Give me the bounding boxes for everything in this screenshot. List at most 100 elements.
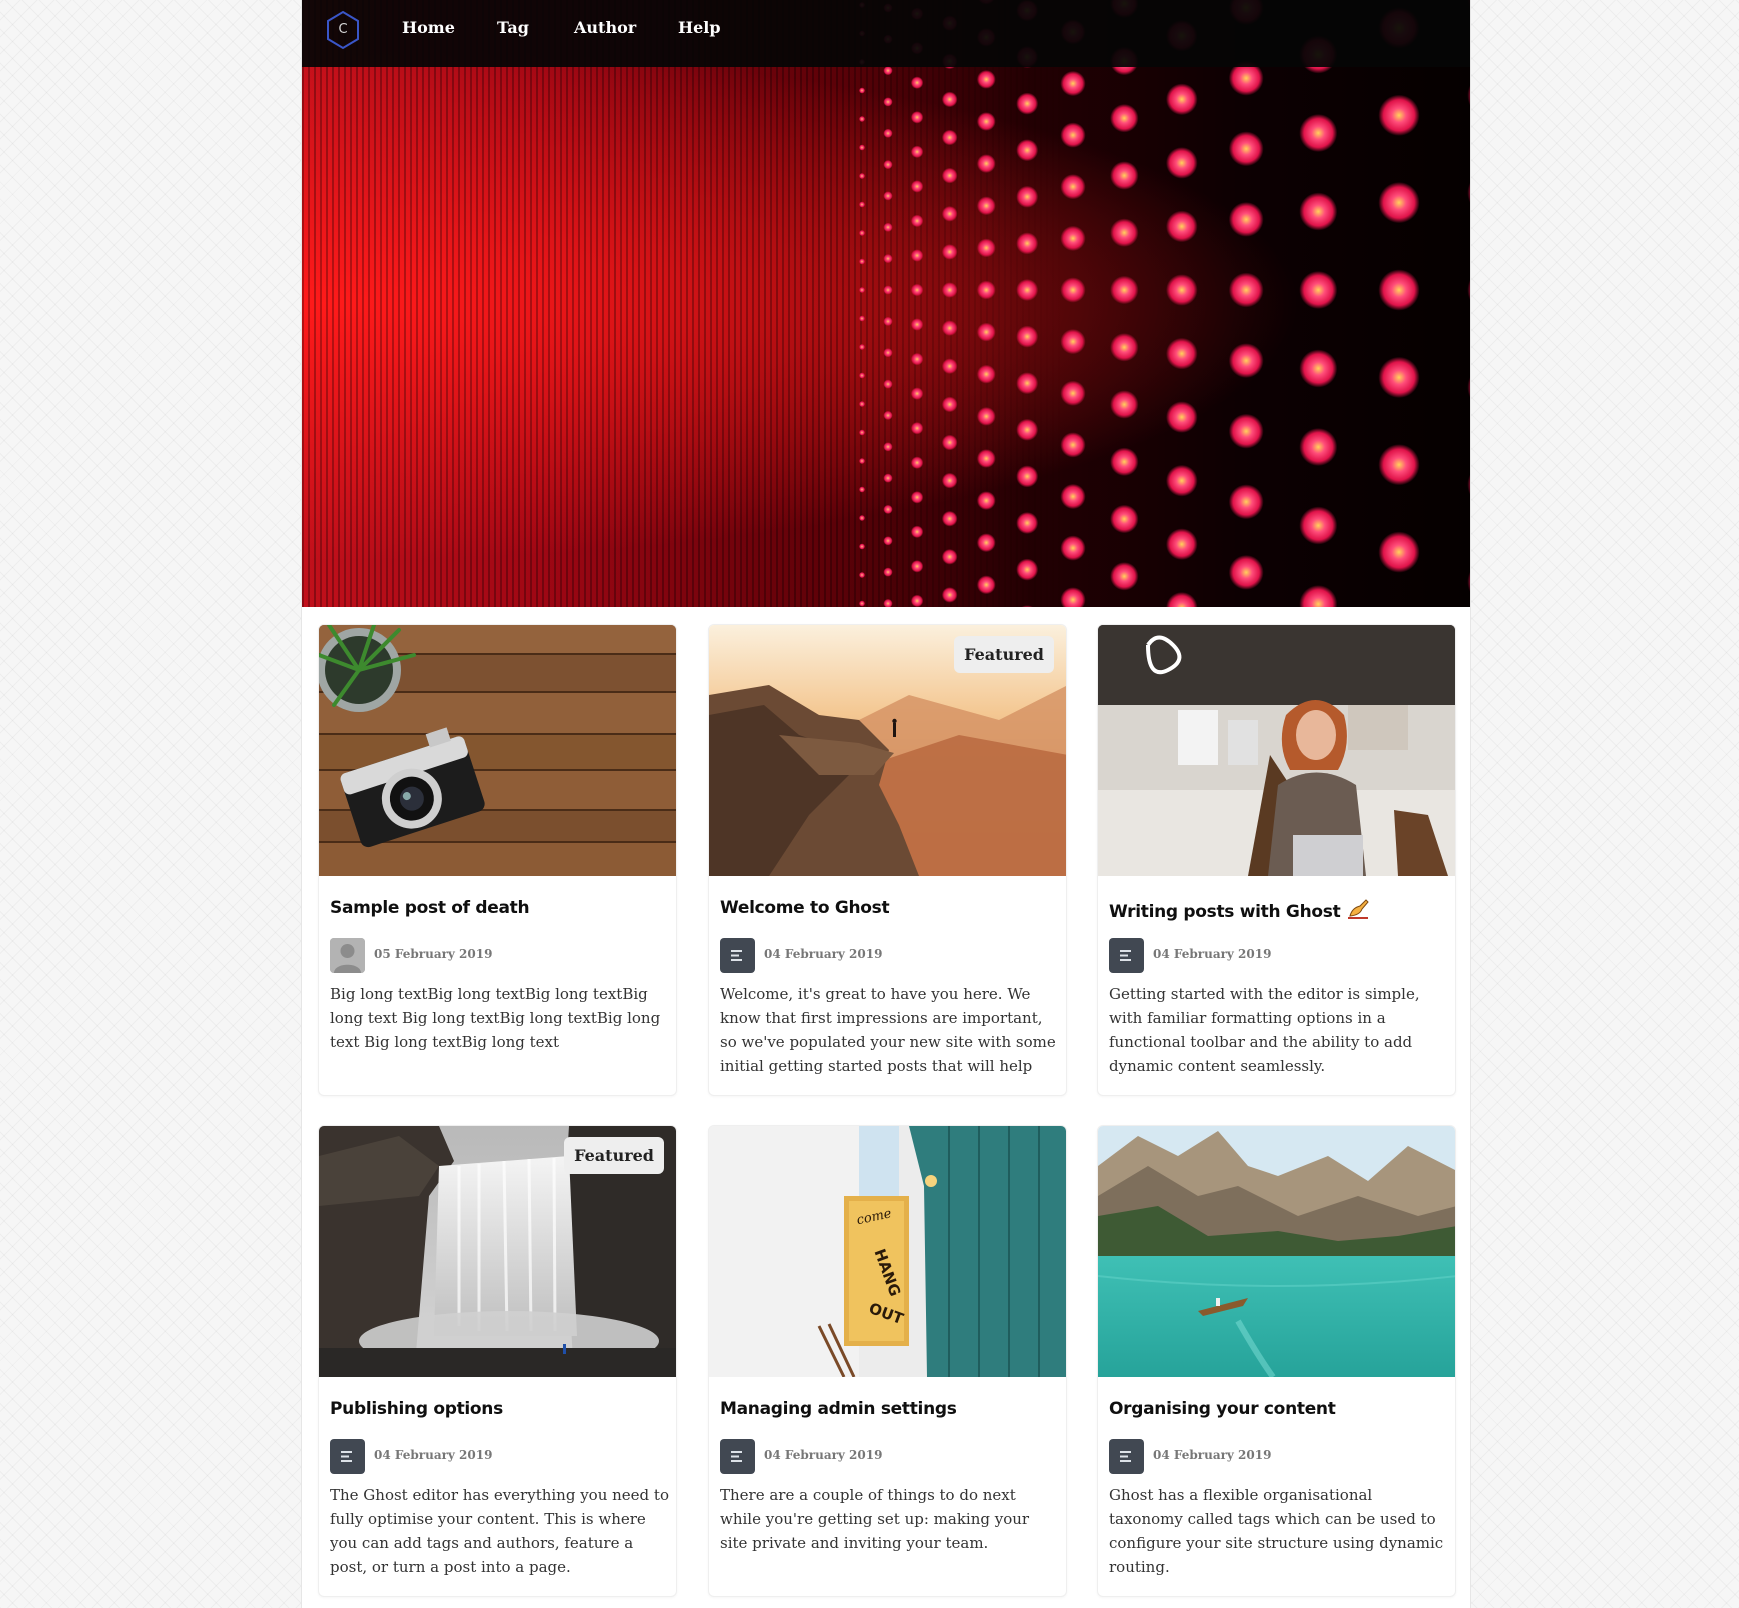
led-dot	[1228, 272, 1264, 308]
led-dot	[1110, 161, 1139, 190]
led-dot	[1016, 279, 1039, 301]
led-dot	[859, 372, 865, 379]
led-dot	[1110, 562, 1139, 591]
led-dot	[1110, 390, 1139, 419]
led-dot	[1060, 432, 1086, 458]
led-dot	[910, 76, 924, 89]
post-avatar[interactable]	[720, 938, 755, 973]
post-card[interactable]: Sample post of death 05 February 2019 Bi…	[318, 624, 677, 1096]
led-dot	[1060, 122, 1086, 148]
led-dot	[1228, 343, 1264, 378]
led-dot	[1110, 504, 1139, 534]
nav-home[interactable]: Home	[402, 18, 455, 37]
led-dot	[1016, 558, 1039, 581]
led-dot	[910, 249, 924, 262]
led-dot	[910, 145, 924, 158]
post-card[interactable]: Featured Welcome to Ghost 04 February 20…	[708, 624, 1067, 1096]
led-dot	[910, 525, 924, 538]
led-dot	[883, 348, 893, 358]
led-dot	[1016, 465, 1039, 488]
author-avatar[interactable]	[330, 938, 365, 973]
led-dot	[1016, 139, 1039, 162]
post-title[interactable]: Welcome to Ghost	[720, 898, 1060, 918]
led-dot	[883, 191, 893, 201]
led-dot	[859, 315, 865, 322]
led-dot	[1110, 275, 1139, 305]
led-dot	[883, 567, 893, 577]
post-card[interactable]: come HANG OUT Managing admin settings 04…	[708, 1125, 1067, 1597]
led-dot	[883, 410, 893, 420]
led-dot	[941, 244, 958, 260]
post-excerpt: Getting started with the editor is simpl…	[1109, 985, 1420, 1075]
led-dot	[976, 196, 996, 216]
post-title[interactable]: Writing posts with Ghost	[1109, 898, 1449, 922]
led-dot	[1378, 531, 1420, 573]
post-avatar[interactable]	[1109, 938, 1144, 973]
led-dot	[976, 112, 996, 131]
led-dot	[1467, 182, 1470, 204]
led-dot	[859, 87, 865, 94]
post-card[interactable]: Organising your content 04 February 2019…	[1097, 1125, 1456, 1597]
led-dot	[1467, 376, 1470, 398]
led-dot	[976, 322, 996, 342]
post-avatar[interactable]	[720, 1439, 755, 1474]
led-dot	[883, 504, 893, 514]
led-dot	[1166, 528, 1198, 560]
led-dot	[976, 407, 996, 426]
nav-author[interactable]: Author	[574, 18, 636, 37]
hero-image	[302, 0, 1470, 607]
led-dot	[976, 533, 996, 553]
led-dot	[883, 128, 893, 138]
led-dot	[1228, 413, 1264, 449]
led-dot	[1299, 428, 1338, 466]
post-avatar[interactable]	[1109, 1439, 1144, 1474]
led-dot	[910, 594, 924, 607]
post-title[interactable]: Organising your content	[1109, 1399, 1449, 1419]
post-title[interactable]: Publishing options	[330, 1399, 670, 1419]
led-dot	[1166, 83, 1198, 116]
led-dot	[859, 486, 865, 493]
post-title[interactable]: Sample post of death	[330, 898, 670, 918]
led-dot	[941, 434, 958, 451]
led-dot	[1060, 380, 1086, 406]
post-image[interactable]: Featured	[709, 625, 1066, 876]
post-image[interactable]	[1098, 1126, 1455, 1377]
led-dot	[1016, 418, 1039, 441]
post-excerpt: Ghost has a flexible organisational taxo…	[1109, 1486, 1444, 1576]
post-image[interactable]: come HANG OUT	[709, 1126, 1066, 1377]
led-dot	[1299, 349, 1338, 388]
post-image[interactable]	[1098, 625, 1455, 876]
document-icon	[1120, 950, 1131, 961]
led-dot	[883, 254, 893, 264]
nav-tag[interactable]: Tag	[497, 18, 529, 37]
site-logo[interactable]: C	[325, 10, 361, 50]
led-dot	[941, 320, 958, 336]
post-avatar[interactable]	[330, 1439, 365, 1474]
post-card[interactable]: Writing posts with Ghost 04 February 201…	[1097, 624, 1456, 1096]
post-title[interactable]: Managing admin settings	[720, 1399, 1060, 1419]
led-dot	[941, 549, 958, 565]
post-excerpt: The Ghost editor has everything you need…	[330, 1486, 669, 1576]
led-dot	[910, 387, 924, 400]
led-dot	[883, 316, 893, 326]
led-dot	[1166, 147, 1198, 179]
led-dot	[1299, 271, 1338, 309]
nav-help[interactable]: Help	[678, 18, 721, 37]
led-dot	[883, 379, 893, 389]
led-dot	[883, 442, 893, 452]
post-card[interactable]: Featured Publishing options 04 February …	[318, 1125, 677, 1597]
led-dot	[1378, 269, 1420, 311]
post-image[interactable]: Featured	[319, 1126, 676, 1377]
led-dot	[976, 575, 996, 595]
logo-letter: C	[338, 22, 348, 37]
featured-badge: Featured	[564, 1137, 664, 1174]
led-dot	[910, 352, 924, 366]
led-dot	[910, 283, 924, 297]
led-dot	[1021, 605, 1034, 607]
led-dot	[1110, 218, 1139, 247]
led-dot	[859, 258, 865, 265]
led-dot	[976, 364, 996, 384]
post-image[interactable]	[319, 625, 676, 876]
led-dot	[1467, 571, 1470, 593]
led-dot	[910, 560, 924, 573]
